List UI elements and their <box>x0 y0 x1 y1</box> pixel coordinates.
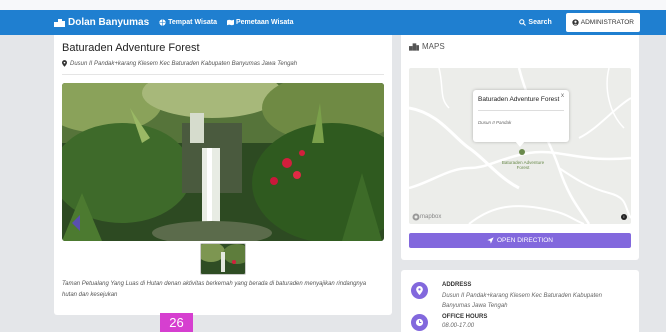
brand-name: Dolan Banyumas <box>68 17 150 28</box>
popup-address: Dusun II Pandak <box>478 120 512 125</box>
thumbnail-image <box>201 244 245 274</box>
open-direction-label: OPEN DIRECTION <box>497 237 553 244</box>
address-label: ADDRESS <box>442 282 472 288</box>
maps-heading-text: MAPS <box>422 42 445 51</box>
search-label: Search <box>528 19 552 26</box>
clock-icon <box>415 318 424 327</box>
popup-divider <box>478 110 564 111</box>
nav-pemetaan-wisata[interactable]: Pemetaan Wisata <box>226 19 294 26</box>
photo-thumbnail[interactable] <box>200 243 246 275</box>
administrator-label: ADMINISTRATOR <box>580 19 634 26</box>
map-info-icon[interactable]: i <box>621 214 627 220</box>
address-row: ADDRESS Dusun II Pandak+karang Klesem Ke… <box>411 282 627 311</box>
map-icon <box>226 19 234 26</box>
building-icon <box>54 18 65 27</box>
nav-tempat-wisata-label: Tempat Wisata <box>168 19 217 26</box>
popup-close-button[interactable]: x <box>561 93 564 99</box>
address-value: Dusun II Pandak+karang Klesem Kec Batura… <box>442 293 602 309</box>
top-strip <box>0 0 666 10</box>
mapbox-logo[interactable]: mapbox <box>412 213 441 221</box>
nav-right: Search ADMINISTRATOR <box>519 13 640 32</box>
address-icon-circle <box>411 282 428 299</box>
building-icon <box>409 42 419 51</box>
search-icon <box>519 19 527 26</box>
place-description: Taman Petualang Yang Luas di Hutan denan… <box>62 281 367 298</box>
page-number-badge: 26 <box>160 313 193 332</box>
navbar: Dolan Banyumas Tempat Wisata Pemetaan Wi… <box>0 10 666 35</box>
brand-link[interactable]: Dolan Banyumas <box>54 17 149 28</box>
hours-row: OFFICE HOURS 08.00-17.00 <box>411 314 487 331</box>
open-direction-button[interactable]: OPEN DIRECTION <box>409 233 631 248</box>
search-link[interactable]: Search <box>519 19 552 26</box>
map-popup: Baturaden Adventure Forest x Dusun II Pa… <box>473 90 569 147</box>
globe-icon <box>159 19 166 26</box>
place-title: Baturaden Adventure Forest <box>62 42 200 54</box>
hours-label: OFFICE HOURS <box>442 314 488 320</box>
maps-card: MAPS Baturaden Adventure Forest x Dusun … <box>401 35 639 260</box>
map-marker-icon <box>62 60 67 67</box>
map-view[interactable]: Baturaden Adventure Forest x Dusun II Pa… <box>409 68 631 224</box>
maps-heading: MAPS <box>409 42 445 51</box>
mapbox-icon <box>412 213 420 221</box>
place-photo[interactable] <box>62 83 384 241</box>
administrator-button[interactable]: ADMINISTRATOR <box>565 13 640 32</box>
popup-title: Baturaden Adventure Forest <box>478 96 560 103</box>
place-address-text: Dusun II Pandak+karang Klesem Kec Batura… <box>70 60 298 67</box>
info-card: ADDRESS Dusun II Pandak+karang Klesem Ke… <box>401 270 639 332</box>
place-detail-card: Baturaden Adventure Forest Dusun II Pand… <box>54 35 392 315</box>
nav-pemetaan-wisata-label: Pemetaan Wisata <box>235 19 294 26</box>
hours-icon-circle <box>411 314 428 331</box>
mapbox-logo-text: mapbox <box>420 214 442 220</box>
place-address: Dusun II Pandak+karang Klesem Kec Batura… <box>62 60 297 67</box>
map-place-label: Baturaden Adventure Forest <box>501 160 545 170</box>
divider <box>62 74 384 75</box>
hours-value: 08.00-17.00 <box>442 323 475 329</box>
location-arrow-icon <box>487 237 494 244</box>
waterfall-forest-image <box>62 83 384 241</box>
user-circle-icon <box>572 19 579 26</box>
nav-tempat-wisata[interactable]: Tempat Wisata <box>159 19 217 26</box>
popup-pointer <box>515 141 525 147</box>
map-marker-icon <box>416 286 423 295</box>
